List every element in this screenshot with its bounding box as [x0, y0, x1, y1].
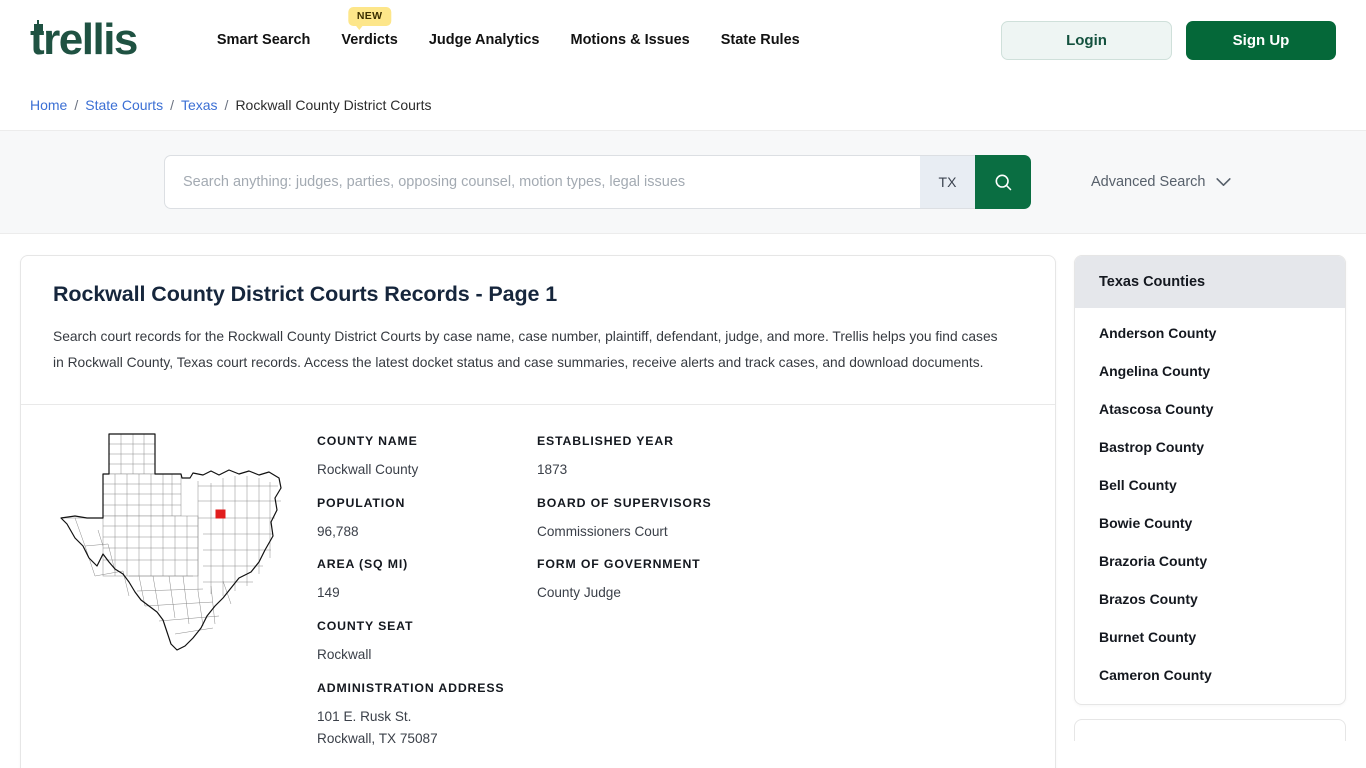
sidebar-next-card-stub: [1074, 719, 1346, 741]
login-label: Login: [1066, 31, 1107, 49]
advanced-search-label: Advanced Search: [1091, 174, 1206, 190]
county-info-card: Rockwall County District Courts Records …: [20, 255, 1056, 768]
sidebar-item-bell-county[interactable]: Bell County: [1075, 466, 1345, 504]
search-submit-button[interactable]: [975, 155, 1031, 209]
field-value: Commissioners Court: [537, 523, 668, 539]
sidebar-item-brazoria-county[interactable]: Brazoria County: [1075, 542, 1345, 580]
nav-label: Verdicts: [341, 32, 398, 48]
sidebar-title: Texas Counties: [1075, 256, 1345, 308]
sidebar-item-burnet-county[interactable]: Burnet County: [1075, 618, 1345, 656]
breadcrumb: Home / State Courts / Texas / Rockwall C…: [0, 80, 1366, 130]
sidebar-item-angelina-county[interactable]: Angelina County: [1075, 352, 1345, 390]
field-administration-address: ADMINISTRATION ADDRESS 101 E. Rusk St. R…: [317, 681, 537, 750]
field-value: 96,788: [317, 523, 359, 539]
search-control-group: TX: [164, 155, 1031, 209]
field-established-year: ESTABLISHED YEAR 1873: [537, 434, 837, 481]
field-label: BOARD OF SUPERVISORS: [537, 495, 712, 510]
page-content: Rockwall County District Courts Records …: [0, 234, 1366, 768]
login-button[interactable]: Login: [1001, 20, 1172, 60]
field-value: Rockwall County: [317, 461, 419, 477]
field-value: 1873: [537, 461, 568, 477]
field-label: COUNTY SEAT: [317, 619, 414, 634]
trellis-logo[interactable]: trellis: [30, 15, 138, 64]
texas-map-icon: [60, 433, 282, 651]
sidebar-item-cameron-county[interactable]: Cameron County: [1075, 656, 1345, 694]
nav-item-motions-issues[interactable]: Motions & Issues: [570, 32, 689, 48]
search-bar-region: TX Advanced Search: [0, 130, 1366, 234]
texas-counties-card: Texas Counties Anderson County Angelina …: [1074, 255, 1346, 705]
highlighted-county-marker: [215, 509, 226, 519]
state-selector[interactable]: TX: [920, 155, 975, 209]
field-area: AREA (SQ MI) 149: [317, 557, 537, 604]
county-fields: COUNTY NAME Rockwall County POPULATION 9…: [317, 421, 837, 765]
primary-navigation: Smart Search NEW Verdicts Judge Analytic…: [217, 7, 800, 48]
signup-button[interactable]: Sign Up: [1186, 20, 1336, 60]
field-label: ADMINISTRATION ADDRESS: [317, 680, 505, 695]
nav-item-state-rules[interactable]: State Rules: [721, 32, 800, 48]
sidebar-item-bastrop-county[interactable]: Bastrop County: [1075, 428, 1345, 466]
breadcrumb-separator: /: [224, 97, 229, 113]
field-county-name: COUNTY NAME Rockwall County: [317, 434, 537, 481]
chevron-down-icon: [1216, 177, 1232, 186]
field-value: 101 E. Rusk St. Rockwall, TX 75087: [317, 708, 438, 746]
logo-text: trellis: [30, 15, 138, 64]
field-form-of-government: FORM OF GOVERNMENT County Judge: [537, 557, 837, 604]
texas-county-map: [53, 421, 303, 765]
field-county-seat: COUNTY SEAT Rockwall: [317, 619, 537, 666]
field-population: POPULATION 96,788: [317, 496, 537, 543]
sidebar-item-atascosa-county[interactable]: Atascosa County: [1075, 390, 1345, 428]
sidebar-item-brazos-county[interactable]: Brazos County: [1075, 580, 1345, 618]
card-header: Rockwall County District Courts Records …: [21, 256, 1055, 404]
breadcrumb-separator: /: [170, 97, 174, 113]
auth-actions: Login Sign Up: [1001, 20, 1336, 60]
field-value: County Judge: [537, 585, 621, 601]
breadcrumb-separator: /: [74, 97, 79, 113]
logo-mark-icon: [34, 20, 43, 33]
sidebar-item-bowie-county[interactable]: Bowie County: [1075, 504, 1345, 542]
field-label: FORM OF GOVERNMENT: [537, 557, 701, 572]
breadcrumb-current: Rockwall County District Courts: [235, 97, 432, 113]
county-fields-left-column: COUNTY NAME Rockwall County POPULATION 9…: [317, 434, 537, 765]
nav-item-judge-analytics[interactable]: Judge Analytics: [429, 32, 540, 48]
advanced-search-toggle[interactable]: Advanced Search: [1091, 174, 1232, 190]
search-icon: [995, 174, 1012, 191]
breadcrumb-item-state-courts[interactable]: State Courts: [85, 97, 163, 113]
field-label: POPULATION: [317, 495, 406, 510]
field-label: ESTABLISHED YEAR: [537, 433, 674, 448]
breadcrumb-item-texas[interactable]: Texas: [181, 97, 218, 113]
page-title: Rockwall County District Courts Records …: [53, 282, 558, 306]
nav-label: Smart Search: [216, 32, 311, 48]
page-description: Search court records for the Rockwall Co…: [53, 329, 998, 371]
signup-label: Sign Up: [1232, 31, 1290, 49]
state-selector-label: TX: [938, 174, 957, 190]
field-value: Rockwall: [317, 647, 372, 663]
breadcrumb-item-home[interactable]: Home: [30, 97, 67, 113]
sidebar-item-anderson-county[interactable]: Anderson County: [1075, 314, 1345, 352]
sidebar: Texas Counties Anderson County Angelina …: [1074, 255, 1346, 768]
field-board-of-supervisors: BOARD OF SUPERVISORS Commissioners Court: [537, 496, 837, 543]
new-badge: NEW: [347, 7, 392, 30]
site-header: trellis Smart Search NEW Verdicts Judge …: [0, 0, 1366, 80]
nav-item-smart-search[interactable]: Smart Search: [217, 32, 311, 48]
field-label: AREA (SQ MI): [317, 557, 409, 572]
field-label: COUNTY NAME: [317, 433, 418, 448]
nav-label: State Rules: [720, 32, 800, 48]
nav-label: Motions & Issues: [570, 32, 690, 48]
county-fields-right-column: ESTABLISHED YEAR 1873 BOARD OF SUPERVISO…: [537, 434, 837, 765]
county-list: Anderson County Angelina County Atascosa…: [1075, 308, 1345, 704]
search-input[interactable]: [164, 155, 920, 209]
field-value: 149: [317, 585, 340, 601]
nav-label: Judge Analytics: [428, 32, 540, 48]
county-details: COUNTY NAME Rockwall County POPULATION 9…: [21, 405, 1055, 768]
nav-item-verdicts[interactable]: NEW Verdicts: [341, 7, 398, 48]
